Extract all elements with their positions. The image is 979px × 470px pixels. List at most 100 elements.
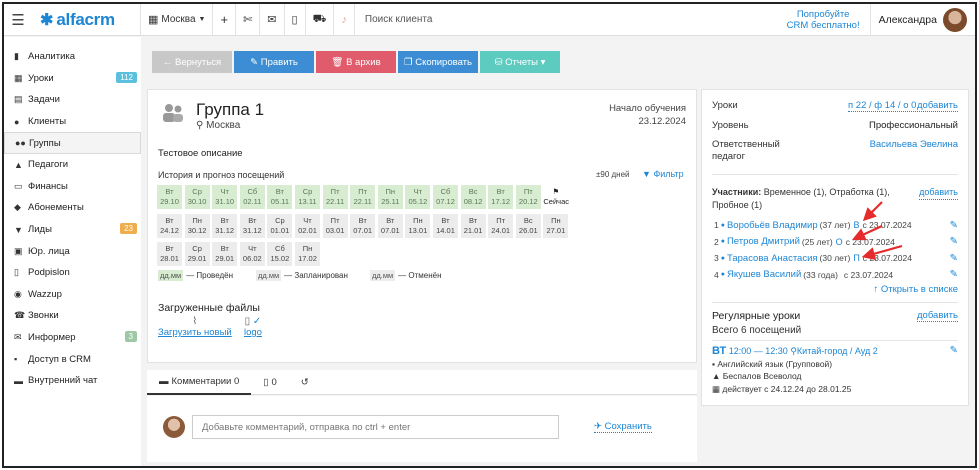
sidebar-item-13[interactable]: ✉ Информер 3 (4, 327, 141, 349)
tools-button[interactable]: ✄ (236, 4, 261, 36)
student-name-link[interactable]: Тарасова Анастасия (727, 253, 818, 264)
calendar-cell[interactable]: Сб 02.11 (239, 185, 265, 209)
add-lesson-link[interactable]: добавить (917, 100, 958, 112)
promo-line1: Попробуйте (796, 8, 850, 20)
calendar-cell[interactable]: Чт 06.02 (239, 242, 265, 266)
sidebar-item-label: Информер (28, 332, 76, 344)
calendar-cell[interactable]: Пт 22.11 (322, 185, 348, 209)
tab-files[interactable]: ▯ 0 (251, 370, 289, 395)
sidebar-item-5[interactable]: ▲ Педагоги (4, 154, 141, 176)
mail-button[interactable]: ✉ (260, 4, 285, 36)
comment-input[interactable]: Добавьте комментарий, отправка по ctrl +… (192, 415, 559, 439)
calendar-cell[interactable]: Чт 31.10 (212, 185, 238, 209)
logo[interactable]: ✱ alfacrm (40, 10, 140, 30)
calendar-cell[interactable]: Вт 07.01 (350, 213, 376, 238)
calendar-cell[interactable]: Пт 22.11 (350, 185, 376, 209)
calendar-cell[interactable]: Ср 29.01 (184, 242, 210, 266)
calendar-cell[interactable]: Ср 30.10 (184, 185, 210, 209)
calendar-cell[interactable]: Ср 13.11 (295, 185, 320, 209)
sidebar-item-9[interactable]: ▣ Юр. лица (4, 240, 141, 262)
calendar-cell[interactable]: Пн 17.02 (295, 242, 320, 266)
client-search-input[interactable]: Поиск клиента (355, 4, 777, 36)
sidebar-item-2[interactable]: ▤ Задачи (4, 89, 141, 111)
menu-burger-icon[interactable]: ☰ (4, 11, 32, 29)
promo-link[interactable]: Попробуйте CRM бесплатно! (777, 4, 871, 36)
add-participant-link[interactable]: добавить (919, 186, 958, 200)
calendar-cell[interactable]: Пн 25.11 (377, 185, 403, 209)
edit-student-icon[interactable]: ✎ (950, 253, 958, 264)
calendar-cell[interactable]: Вт 28.01 (157, 242, 182, 266)
calendar-cell[interactable]: Ср 01.01 (267, 213, 293, 238)
calendar-cell[interactable]: Вт 24.12 (157, 213, 182, 238)
upload-file-link[interactable]: ⌇ Загрузить новый (158, 316, 232, 338)
calendar-now-cell[interactable]: ⚑ Сейчас (543, 185, 569, 209)
calendar-day: Вт (441, 215, 450, 225)
city-selector[interactable]: ▦ Москва ▼ (141, 4, 214, 36)
calendar-cell[interactable]: Пт 24.01 (488, 213, 514, 238)
regular-lesson-item[interactable]: ВТ 12:00 — 12:30 ⚲Китай-город / Ауд 2 ▪ … (712, 345, 958, 395)
calendar-cell[interactable]: Сб 07.12 (433, 185, 458, 209)
tab-history[interactable]: ↺ (289, 370, 321, 395)
calendar-cell[interactable]: Вт 21.01 (460, 213, 486, 238)
action-button-4[interactable]: ⛁ Отчеты ▾ (480, 51, 560, 73)
student-name-link[interactable]: Воробьёв Владимир (727, 220, 818, 231)
cart-button[interactable]: ⛟ (306, 4, 335, 36)
action-button-1[interactable]: ✎ Править (234, 51, 314, 73)
sidebar-item-8[interactable]: ▼ Лиды 23 (4, 219, 141, 241)
sidebar-item-6[interactable]: ▭ Финансы (4, 176, 141, 198)
tab-comments[interactable]: ▬ Комментарии 0 (147, 370, 252, 395)
teacher-link[interactable]: Васильева Эвелина (870, 139, 958, 151)
open-in-list-link[interactable]: ↑ Открыть в списке (873, 284, 958, 295)
calendar-cell[interactable]: Пн 30.12 (184, 213, 210, 238)
calendar-date: 14.01 (436, 225, 455, 235)
edit-student-icon[interactable]: ✎ (950, 220, 958, 231)
save-comment-button[interactable]: ✈ Сохранить (594, 421, 652, 433)
notifications-button[interactable]: ♪ (334, 4, 355, 36)
action-button-3[interactable]: ❐ Скопировать (398, 51, 478, 73)
calendar-cell[interactable]: Вс 26.01 (515, 213, 541, 238)
calendar-cell[interactable]: Пт 20.12 (515, 185, 541, 209)
sidebar-item-11[interactable]: ◉ Wazzup (4, 284, 141, 306)
calendar-cell[interactable]: Вс 08.12 (460, 185, 486, 209)
calendar-day: Вт (220, 215, 229, 225)
sidebar-item-3[interactable]: ● Клиенты (4, 111, 141, 133)
calendar-day: Вт (165, 215, 174, 225)
calendar-cell[interactable]: Пт 03.01 (322, 213, 348, 238)
filter-button[interactable]: ▼ Фильтр (642, 169, 684, 179)
lessons-counter[interactable]: п 22 / ф 14 / о 0 (848, 100, 917, 112)
calendar-cell[interactable]: Вт 31.12 (239, 213, 265, 238)
sidebar-item-10[interactable]: ▯ Podpislon (4, 262, 141, 284)
history-range[interactable]: ±90 дней (596, 170, 630, 179)
student-name-link[interactable]: Петров Дмитрий (727, 236, 800, 247)
sidebar-item-0[interactable]: ▮ Аналитика (4, 46, 141, 68)
calendar-cell[interactable]: Вт 29.10 (157, 185, 182, 209)
calendar-cell[interactable]: Вт 17.12 (488, 185, 514, 209)
calendar-cell[interactable]: Вт 05.11 (267, 185, 293, 209)
calendar-cell[interactable]: Вт 07.01 (377, 213, 403, 238)
file-logo-link[interactable]: ▯ ✓ logo (244, 316, 262, 338)
sidebar-item-15[interactable]: ▬ Внутренний чат (4, 370, 141, 392)
user-menu[interactable]: Александра (871, 7, 975, 32)
sidebar-item-7[interactable]: ◆ Абонементы (4, 197, 141, 219)
calendar-cell[interactable]: Пн 13.01 (405, 213, 431, 238)
sidebar-item-12[interactable]: ☎ Звонки (4, 305, 141, 327)
action-button-2[interactable]: 🗑 В архив (316, 51, 396, 73)
add-button[interactable]: + (213, 4, 237, 36)
edit-lesson-icon[interactable]: ✎ (950, 345, 958, 358)
action-button-0[interactable]: ← Вернуться (152, 51, 232, 73)
calendar-cell[interactable]: Вт 29.01 (212, 242, 238, 266)
mobile-button[interactable]: ▯ (285, 4, 306, 36)
sidebar-item-14[interactable]: ▪ Доступ в CRM (4, 348, 141, 370)
edit-student-icon[interactable]: ✎ (950, 236, 958, 247)
calendar-cell[interactable]: Чт 02.01 (295, 213, 320, 238)
sidebar-item-1[interactable]: ▦ Уроки 112 (4, 68, 141, 90)
student-name-link[interactable]: Якушев Василий (727, 269, 801, 280)
sidebar-item-4[interactable]: ●● Группы (4, 132, 141, 154)
calendar-cell[interactable]: Пн 27.01 (543, 213, 569, 238)
calendar-cell[interactable]: Сб 15.02 (267, 242, 293, 266)
calendar-cell[interactable]: Чт 05.12 (405, 185, 431, 209)
add-regular-link[interactable]: добавить (917, 310, 958, 322)
edit-student-icon[interactable]: ✎ (950, 269, 958, 280)
calendar-cell[interactable]: Вт 31.12 (212, 213, 238, 238)
calendar-cell[interactable]: Вт 14.01 (433, 213, 458, 238)
